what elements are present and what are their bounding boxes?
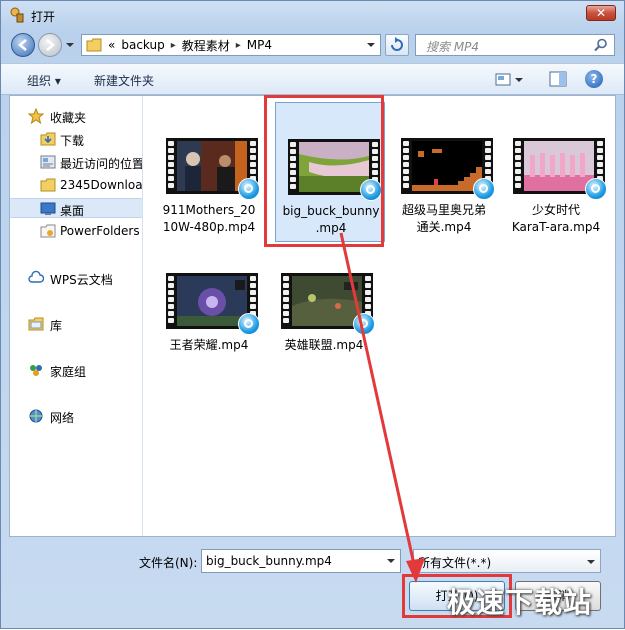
sidebar-item-libraries[interactable]: 库 [10,314,142,334]
file-item-honor-of-kings[interactable]: 王者荣耀.mp4 [154,233,264,373]
breadcrumb-overflow[interactable]: « [108,38,115,52]
quicktime-icon [353,313,375,335]
back-button[interactable] [11,33,35,57]
sidebar-item-favorites[interactable]: 收藏夹 [10,106,142,126]
filename-label: 文件名(N): [139,556,198,570]
chevron-down-icon[interactable] [586,557,596,567]
folder-icon [86,38,102,52]
change-view-icon[interactable] [495,72,525,88]
filetype-select[interactable]: 所有文件(*.*) [413,549,601,573]
chevron-down-icon[interactable] [366,39,376,51]
file-name: 少女时代 KaraT-ara.mp4 [511,203,601,234]
window-title: 打开 [31,10,56,24]
sidebar-item-label: 桌面 [60,204,85,218]
library-icon [28,317,44,331]
new-folder-button[interactable]: 新建文件夹 [94,72,154,89]
recent-places-icon [40,155,56,169]
search-icon[interactable] [594,38,608,52]
preview-pane-icon[interactable] [549,71,567,87]
breadcrumb-separator[interactable]: ▸ [171,40,176,51]
highlight-box-selected-file [264,95,384,247]
sidebar-item-downloads[interactable]: 下载 [10,129,142,149]
breadcrumb-separator[interactable]: ▸ [236,40,241,51]
star-icon [28,108,44,124]
file-name: 超级马里奥兄弟 通关.mp4 [401,203,486,234]
sidebar-item-label: 库 [50,319,63,333]
title-bar[interactable]: 打开 ✕ [1,1,624,29]
quicktime-icon [473,178,495,200]
app-icon [10,7,24,23]
breadcrumb-mp4[interactable]: MP4 [247,38,272,52]
search-box[interactable]: 搜索 MP4 [415,34,615,56]
breadcrumb-backup[interactable]: backup [121,38,164,52]
breadcrumb-tutorial-material[interactable]: 教程素材 [182,37,230,54]
recent-pages-dropdown-icon[interactable] [65,40,75,50]
arrow-left-icon [18,39,27,51]
chevron-down-icon[interactable] [386,556,396,566]
folder-icon [40,178,56,192]
sidebar-item-network[interactable]: 网络 [10,406,142,426]
sidebar-item-label: 最近访问的位置 [60,157,143,171]
sidebar-item-label: 收藏夹 [50,111,87,125]
search-placeholder[interactable]: 搜索 MP4 [426,38,479,55]
sidebar-item-label: 下载 [60,134,85,148]
file-item-super-mario[interactable]: 超级马里奥兄弟 通关.mp4 [389,98,499,238]
cloud-icon [28,270,44,283]
sidebar-item-label: WPS云文档 [50,273,113,287]
sidebar-item-homegroup[interactable]: 家庭组 [10,360,142,380]
file-item-league-of-legends[interactable]: 英雄联盟.mp4 [269,233,379,373]
desktop-icon [40,202,56,215]
close-button[interactable]: ✕ [586,5,616,21]
network-icon [29,409,43,423]
filename-input[interactable]: big_buck_bunny.mp4 [201,549,401,573]
navigation-pane[interactable]: 收藏夹 下载 最近访问的位置 2345Downloads 桌面 PowerFol… [10,96,143,536]
sidebar-item-desktop[interactable]: 桌面 [10,198,142,218]
sidebar-item-label: PowerFolders [60,224,140,238]
open-file-dialog: 打开 ✕ « backup ▸ 教程素材 ▸ MP4 搜索 MP4 组织 ▾ 新… [0,0,625,629]
file-name: 英雄联盟.mp4 [284,338,364,352]
folder-icon [40,224,56,238]
refresh-button[interactable] [385,34,409,56]
quicktime-icon [238,178,260,200]
sidebar-item-label: 家庭组 [50,365,87,379]
help-button[interactable]: ? [585,70,603,88]
sidebar-item-wps-cloud[interactable]: WPS云文档 [10,268,142,288]
sidebar-item-label: 网络 [50,411,75,425]
quicktime-icon [238,313,260,335]
download-folder-icon [40,132,56,146]
sidebar-item-powerfolders[interactable]: PowerFolders [10,221,142,241]
watermark-text: 极速下载站 [447,586,593,619]
quicktime-icon [585,178,607,200]
organize-button[interactable]: 组织 ▾ [27,72,61,89]
sidebar-item-recent-places[interactable]: 最近访问的位置 [10,152,142,172]
address-row: « backup ▸ 教程素材 ▸ MP4 搜索 MP4 [1,31,624,61]
file-name: 911Mothers_20 10W-480p.mp4 [162,203,256,234]
file-name: 王者荣耀.mp4 [169,338,249,352]
sidebar-item-label: 2345Downloads [60,178,143,192]
sidebar-item-2345downloads[interactable]: 2345Downloads [10,175,142,195]
file-item-911mothers[interactable]: 911Mothers_20 10W-480p.mp4 [154,98,264,238]
command-bar: 组织 ▾ 新建文件夹 ? [1,63,624,95]
homegroup-icon [30,365,42,376]
arrow-right-icon [46,39,55,51]
forward-button[interactable] [38,33,62,57]
file-item-girls-generation[interactable]: 少女时代 KaraT-ara.mp4 [501,98,611,238]
refresh-icon [391,37,403,51]
address-bar[interactable]: « backup ▸ 教程素材 ▸ MP4 [81,34,381,56]
